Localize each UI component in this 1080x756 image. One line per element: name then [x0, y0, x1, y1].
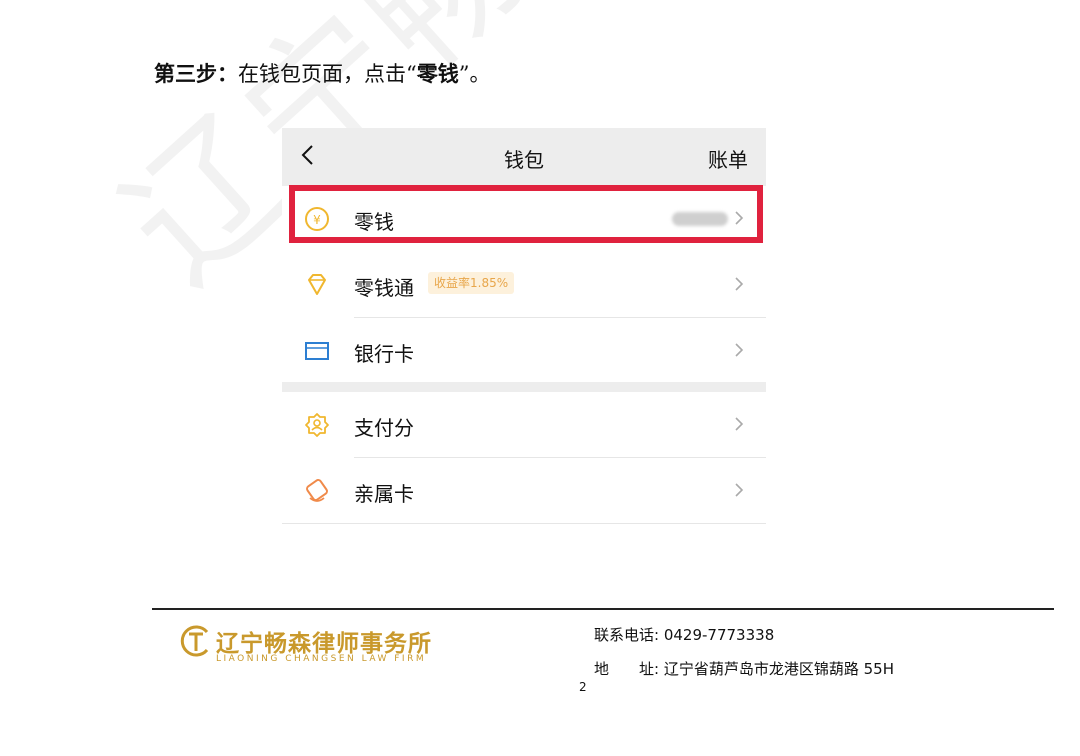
footer-divider [152, 608, 1054, 610]
family-card-icon [306, 479, 328, 502]
address-label: 地 址: [594, 660, 660, 678]
score-badge-icon [305, 413, 329, 437]
chevron-right-icon [735, 343, 744, 357]
wallet-item-family-card[interactable]: 亲属卡 [282, 458, 766, 524]
step-body: 在钱包页面，点击 [238, 62, 406, 86]
wallet-title: 钱包 [504, 148, 544, 172]
bank-card-icon [305, 342, 329, 360]
bill-link[interactable]: 账单 [708, 144, 748, 173]
step-instruction: 第三步：在钱包页面，点击“零钱”。 [154, 58, 491, 88]
chevron-right-icon [735, 417, 744, 431]
chevron-right-icon [735, 277, 744, 291]
chevron-right-icon [735, 483, 744, 497]
phone-label: 联系电话: [594, 626, 660, 644]
quote-open: “ [406, 62, 417, 86]
wallet-item-label: 支付分 [354, 416, 414, 440]
law-firm-name-cn: 辽宁畅森律师事务所 [216, 631, 432, 657]
highlight-box [289, 185, 763, 243]
wallet-item-pay-score[interactable]: 支付分 [282, 392, 766, 458]
contact-address: 地 址: 辽宁省葫芦岛市龙港区锦葫路 55H [594, 658, 894, 679]
section-separator [282, 382, 766, 392]
wallet-item-label: 亲属卡 [354, 482, 414, 506]
law-firm-logo: 辽宁畅森律师事务所 LIAONING CHANGSEN LAW FIRM [178, 624, 448, 670]
phone-number: 0429-7773338 [663, 626, 775, 644]
wallet-item-bank-card[interactable]: 银行卡 [282, 318, 766, 384]
row-divider [282, 523, 766, 524]
law-firm-name-en: LIAONING CHANGSEN LAW FIRM [216, 654, 427, 664]
wallet-nav-bar: 钱包 账单 [282, 128, 766, 186]
step-prefix: 第三步： [154, 61, 238, 86]
yield-badge: 收益率1.85% [428, 272, 515, 294]
page-number: 2 [579, 680, 587, 694]
wallet-item-lingqiantong[interactable]: 零钱通 收益率1.85% [282, 252, 766, 318]
quote-close: ”。 [458, 62, 491, 86]
contact-phone: 联系电话: 0429-7773338 [594, 624, 774, 645]
diamond-icon [308, 274, 326, 295]
wallet-item-label: 银行卡 [354, 342, 414, 366]
wallet-item-label: 零钱通 [354, 276, 414, 300]
law-firm-emblem-icon [180, 625, 209, 657]
step-target: 零钱 [416, 61, 459, 86]
address-value: 辽宁省葫芦岛市龙港区锦葫路 55H [663, 660, 894, 678]
